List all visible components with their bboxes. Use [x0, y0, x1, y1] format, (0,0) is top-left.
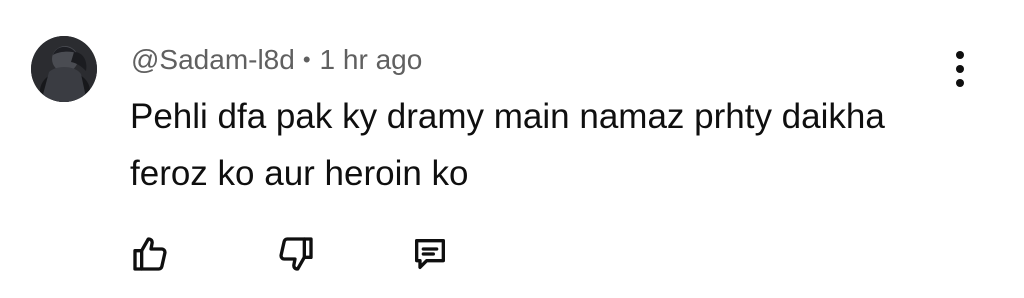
comment-time: 1 hr ago — [319, 44, 423, 75]
comment-text: Pehli dfa pak ky dramy main namaz prhty … — [130, 97, 885, 193]
more-vertical-icon[interactable] — [944, 46, 976, 92]
reply-comment-icon — [415, 239, 445, 269]
more-dot — [956, 51, 964, 59]
comment-card: @Sadam-l8d • 1 hr ago Pehli dfa pak ky d… — [0, 0, 1024, 298]
more-dot — [956, 79, 964, 87]
like-button[interactable] — [124, 228, 176, 280]
thumbs-down-icon — [279, 237, 313, 271]
reply-button[interactable] — [404, 228, 456, 280]
dislike-button[interactable] — [270, 228, 322, 280]
comment-meta: @Sadam-l8d • 1 hr ago — [131, 40, 422, 80]
thumbs-up-icon — [133, 237, 167, 271]
meta-separator: • — [302, 47, 311, 72]
author-name[interactable]: @Sadam-l8d — [131, 44, 295, 76]
avatar[interactable] — [31, 36, 97, 102]
more-dot — [956, 65, 964, 73]
avatar-image — [31, 36, 97, 102]
